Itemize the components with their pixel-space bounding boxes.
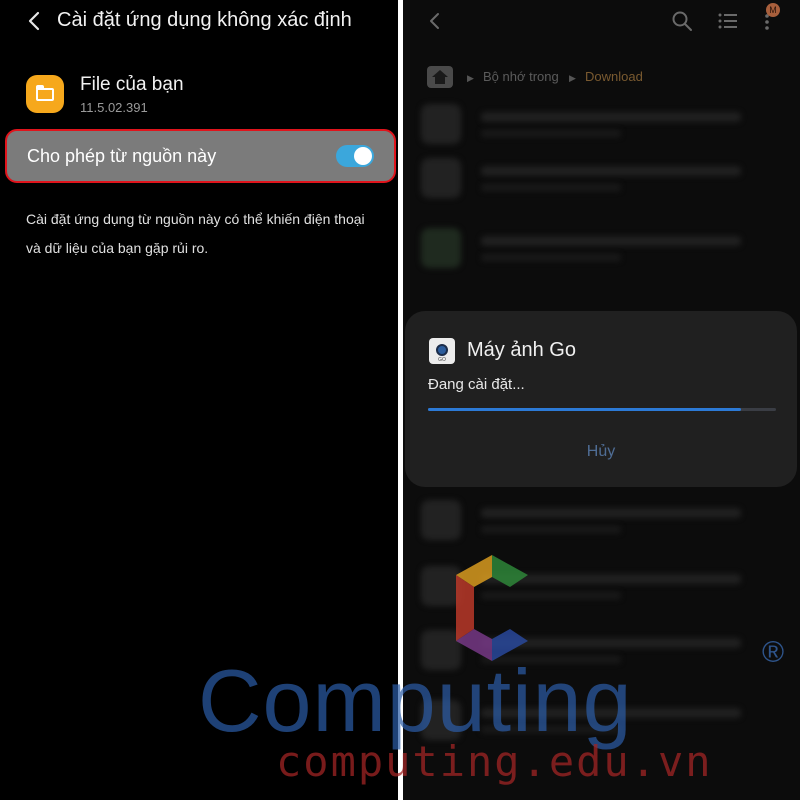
breadcrumb-download[interactable]: Download [585,69,643,84]
app-name: File của bạn [80,74,184,95]
notification-badge: M [766,3,780,17]
cancel-button[interactable]: Hủy [405,443,797,461]
install-progress-fill [428,408,742,411]
install-progress-bar [428,408,776,411]
app-version: 11.5.02.391 [80,100,148,115]
breadcrumb-internal-storage[interactable]: Bộ nhớ trong [483,69,559,84]
risk-warning-text: Cài đặt ứng dụng từ nguồn này có thể khi… [26,211,365,256]
breadcrumb-chevron-icon: ▶ [569,73,576,83]
watermark-url: computing.edu.vn [276,737,713,786]
dialog-title: Máy ảnh Go [467,339,576,361]
page-title: Cài đặt ứng dụng không xác định [57,9,352,31]
install-status: Đang cài đặt... [428,376,525,393]
install-dialog: GO Máy ảnh Go Đang cài đặt... Hủy [405,311,797,487]
computing-logo-icon [456,555,528,661]
switch-knob [354,147,372,165]
folder-icon [26,75,64,113]
allow-from-source-switch[interactable] [336,145,374,167]
list-item [421,500,781,540]
list-item [421,104,781,144]
breadcrumb-chevron-icon: ▶ [467,73,474,83]
allow-from-source-label: Cho phép từ nguồn này [27,146,217,166]
list-item [421,158,781,198]
back-icon[interactable] [24,8,46,34]
search-icon[interactable] [671,10,693,32]
list-view-icon[interactable] [717,11,739,31]
watermark-registered-mark: ® [762,636,785,669]
back-icon[interactable] [425,10,445,32]
camera-go-app-icon: GO [429,338,455,364]
list-item [421,228,781,268]
allow-from-source-row[interactable]: Cho phép từ nguồn này [5,129,396,183]
home-icon[interactable] [427,66,453,88]
